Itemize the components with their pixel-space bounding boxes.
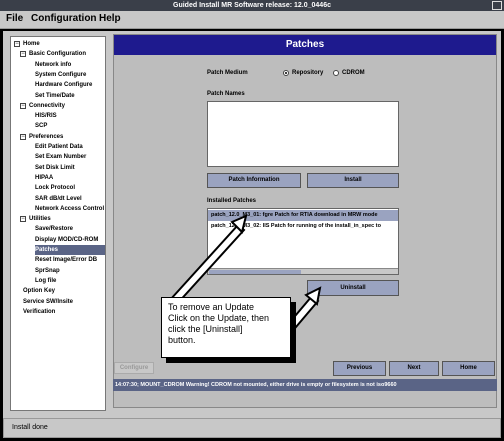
callout-arrows <box>168 214 322 329</box>
callout-line: button. <box>168 335 196 345</box>
instruction-callout: To remove an Update Click on the Update,… <box>161 297 291 358</box>
callout-line: Click on the Update, then <box>168 313 270 323</box>
callout-arrow-to-patch <box>168 223 246 307</box>
callout-line: click the [Uninstall] <box>168 324 243 334</box>
callout-line: To remove an Update <box>168 302 255 312</box>
